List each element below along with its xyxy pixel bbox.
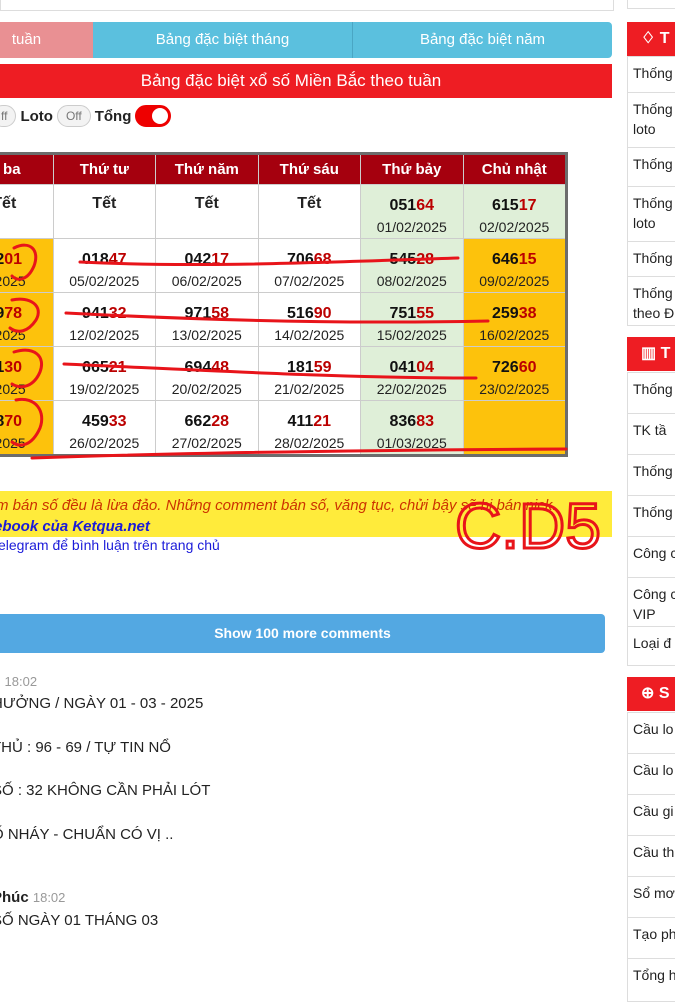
toggle-bar: ff Loto Off Tổng: [0, 103, 175, 129]
sidebar-edge: [627, 0, 675, 9]
comment-meta: Phúc 18:02: [0, 889, 66, 906]
sidebar-item[interactable]: Sổ mơ: [627, 876, 675, 918]
comment-line: SỐ : 32 KHÔNG CẦN PHẢI LÓT: [0, 782, 211, 799]
facebook-link[interactable]: ebook của Ketqua.net: [0, 518, 150, 535]
col-fri: Thứ sáu: [257, 153, 362, 185]
sidebar-item[interactable]: Công c: [627, 536, 675, 578]
table-cell: 05164 01/02/2025: [360, 184, 464, 239]
table-cell: 41302/2025: [0, 346, 54, 401]
sidebar-head-tools: ▥ T: [627, 337, 675, 371]
right-sidebar: ♢ T Thống Thống loto Thống Thống loto Th…: [627, 0, 675, 1005]
table-cell: 72660 23/02/2025: [462, 346, 567, 401]
table-cell: 04217 06/02/2025: [155, 238, 259, 293]
sidebar-item[interactable]: Cầu th: [627, 835, 675, 877]
table-cell: 58702/2025: [0, 400, 54, 456]
comment-line: THỦ : 96 - 69 / TỰ TIN NỔ: [0, 739, 171, 756]
sidebar-item[interactable]: Thống theo Đ: [627, 276, 675, 326]
sidebar-item[interactable]: Công c VIP: [627, 577, 675, 627]
table-cell: 51690 14/02/2025: [257, 292, 362, 347]
table-cell: Tết: [155, 184, 259, 239]
table-row: Tết Tết Tết Tết 05164 01/02/2025 61517 0…: [0, 184, 567, 239]
table-cell: 04104 22/02/2025: [360, 346, 464, 401]
table-cell: 66228 27/02/2025: [155, 400, 259, 456]
table-cell: 64615 09/02/2025: [462, 238, 567, 293]
col-sun: Chủ nhật: [462, 153, 567, 185]
col-tue: ứ ba: [0, 153, 54, 185]
special-prize-table: ứ ba Thứ tư Thứ năm Thứ sáu Thứ bảy Chủ …: [0, 152, 568, 457]
table-cell: 45933 26/02/2025: [52, 400, 157, 456]
table-cell: 25938 16/02/2025: [462, 292, 567, 347]
table-cell: 66521 19/02/2025: [52, 346, 157, 401]
table-cell: Tết: [52, 184, 157, 239]
comment-line: Ố NHÁY - CHUẨN CÓ VỊ ..: [0, 826, 174, 843]
notice-text: m bán số đều là lừa đảo. Những comment b…: [0, 497, 557, 514]
table-cell: Tết: [257, 184, 362, 239]
table-cell: 69448 20/02/2025: [155, 346, 259, 401]
tab-yearly[interactable]: Bảng đặc biệt năm: [353, 22, 612, 58]
loto-label: Loto: [20, 107, 53, 125]
sidebar-item[interactable]: TK tầ: [627, 413, 675, 455]
table-cell: 54528 08/02/2025: [360, 238, 464, 293]
telegram-link[interactable]: elegram để bình luận trên trang chủ: [0, 537, 220, 553]
comment-meta: o 18:02: [0, 673, 38, 690]
table-cell: Tết: [0, 184, 54, 239]
table-cell: 39782/2025: [0, 292, 54, 347]
table-row: 32012/2025 0184705/02/2025 0421706/02/20…: [0, 238, 567, 293]
sidebar-item[interactable]: Cầu lo: [627, 712, 675, 754]
table-cell: 75155 15/02/2025: [360, 292, 464, 347]
table-cell: 97158 13/02/2025: [155, 292, 259, 347]
loto-toggle[interactable]: Off: [56, 105, 91, 127]
col-thu: Thứ năm: [155, 153, 259, 185]
toggle-off-1[interactable]: ff: [0, 105, 17, 127]
sidebar-item[interactable]: Loại đ: [627, 626, 675, 666]
sidebar-head-search: ⊕ S: [627, 677, 675, 711]
table-cell: 32012/2025: [0, 238, 54, 293]
sidebar-item[interactable]: Thống: [627, 241, 675, 277]
tong-label: Tổng: [94, 107, 132, 125]
sidebar-item[interactable]: Thống: [627, 372, 675, 414]
table-row: 58702/2025 4593326/02/2025 6622827/02/20…: [0, 400, 567, 456]
tong-toggle[interactable]: [135, 105, 172, 127]
table-cell: 61517 02/02/2025: [462, 184, 567, 239]
sidebar-item[interactable]: Cầu lo: [627, 753, 675, 795]
table-row: 39782/2025 9413212/02/2025 9715813/02/20…: [0, 292, 567, 347]
tab-monthly[interactable]: Bảng đặc biệt tháng: [93, 22, 353, 58]
sidebar-item[interactable]: Thống loto: [627, 92, 675, 148]
table-title: Bảng đặc biệt xổ số Miền Bắc theo tuần: [0, 64, 612, 98]
table-row: 41302/2025 6652119/02/2025 6944820/02/20…: [0, 346, 567, 401]
main-content: tuần Bảng đặc biệt tháng Bảng đặc biệt n…: [0, 0, 615, 1005]
sidebar-item[interactable]: Tổng h: [627, 958, 675, 1002]
table-cell: 41121 28/02/2025: [257, 400, 362, 456]
table-cell: 70668 07/02/2025: [257, 238, 362, 293]
sidebar-head-stats: ♢ T: [627, 22, 675, 56]
tab-weekly[interactable]: tuần: [0, 22, 93, 58]
table-cell: 94132 12/02/2025: [52, 292, 157, 347]
sidebar-item[interactable]: Thống: [627, 454, 675, 496]
show-more-comments-button[interactable]: Show 100 more comments: [0, 614, 605, 653]
warning-notice: m bán số đều là lừa đảo. Những comment b…: [0, 491, 612, 537]
table-cell: [462, 400, 567, 456]
comment-line: SỐ NGÀY 01 THÁNG 03: [0, 912, 159, 929]
col-sat: Thứ bảy: [360, 153, 464, 185]
top-panel-edge: [0, 0, 614, 11]
sidebar-item[interactable]: Cầu gi: [627, 794, 675, 836]
comment-line: HƯỞNG / NGÀY 01 - 03 - 2025: [0, 695, 204, 712]
table-cell: 18159 21/02/2025: [257, 346, 362, 401]
col-wed: Thứ tư: [52, 153, 157, 185]
table-cell: 83683 01/03/2025: [360, 400, 464, 456]
sidebar-item[interactable]: Thống: [627, 147, 675, 187]
period-tabs: tuần Bảng đặc biệt tháng Bảng đặc biệt n…: [0, 22, 612, 58]
sidebar-item[interactable]: Tạo ph: [627, 917, 675, 959]
table-cell: 01847 05/02/2025: [52, 238, 157, 293]
sidebar-item[interactable]: Thống loto: [627, 186, 675, 242]
sidebar-item[interactable]: Thống: [627, 56, 675, 93]
table-header-row: ứ ba Thứ tư Thứ năm Thứ sáu Thứ bảy Chủ …: [0, 153, 567, 185]
sidebar-item[interactable]: Thống: [627, 495, 675, 537]
